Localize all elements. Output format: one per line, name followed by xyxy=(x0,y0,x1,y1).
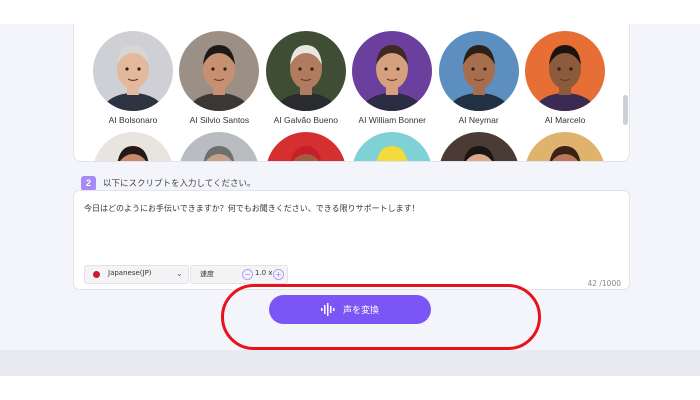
speed-value: 1.0 x xyxy=(255,269,273,277)
japan-flag-icon xyxy=(93,271,100,278)
voice-avatar xyxy=(352,31,433,111)
voice-avatar xyxy=(525,31,605,111)
convert-voice-button[interactable]: 声を変換 xyxy=(269,295,431,324)
speed-control: 速度 − 1.0 x + xyxy=(190,265,288,284)
voice-avatar xyxy=(352,132,433,161)
speed-increase-button[interactable]: + xyxy=(273,269,284,280)
voice-list-panel: AI Bolsonaro AI Silvio Santos AI Galvão Bu… xyxy=(73,24,630,162)
voice-avatar xyxy=(265,31,346,111)
step-label: 以下にスクリプトを入力してください。 xyxy=(103,179,256,189)
script-text[interactable]: 今日はどのようにお手伝いできますか？何でもお聞きください、できる限りサポートしま… xyxy=(84,203,420,214)
voice-avatar xyxy=(438,132,519,161)
speed-decrease-button[interactable]: − xyxy=(242,269,253,280)
convert-button-label: 声を変換 xyxy=(343,306,380,316)
top-strip xyxy=(0,0,700,24)
speed-label: 速度 xyxy=(200,270,214,278)
voice-name: AI William Bonner xyxy=(358,115,426,125)
voice-avatar xyxy=(179,31,260,111)
step-number-badge: 2 xyxy=(81,176,96,191)
voice-list-scrollbar[interactable] xyxy=(623,95,628,125)
script-input[interactable]: 今日はどのようにお手伝いできますか？何でもお聞きください、できる限りサポートしま… xyxy=(73,190,630,290)
voice-name: AI Marcelo xyxy=(544,115,586,125)
voice-avatar xyxy=(265,132,346,161)
voice-name: AI Galvão Bueno xyxy=(273,115,338,125)
voice-avatar xyxy=(93,31,173,111)
language-select[interactable]: Japanese(JP) ⌄ xyxy=(84,265,189,284)
voice-avatar xyxy=(179,132,260,161)
bottom-band xyxy=(0,350,700,376)
chevron-down-icon: ⌄ xyxy=(176,269,183,278)
character-count: 42 /1000 xyxy=(587,279,621,288)
voice-name: AI Bolsonaro xyxy=(108,115,158,125)
voice-avatar xyxy=(93,132,173,161)
voice-name: AI Silvio Santos xyxy=(189,115,250,125)
language-label: Japanese(JP) xyxy=(108,269,152,277)
voice-avatar xyxy=(525,132,605,161)
voice-name: AI Neymar xyxy=(458,115,499,125)
voice-avatar xyxy=(438,31,519,111)
waveform-icon xyxy=(321,303,335,316)
